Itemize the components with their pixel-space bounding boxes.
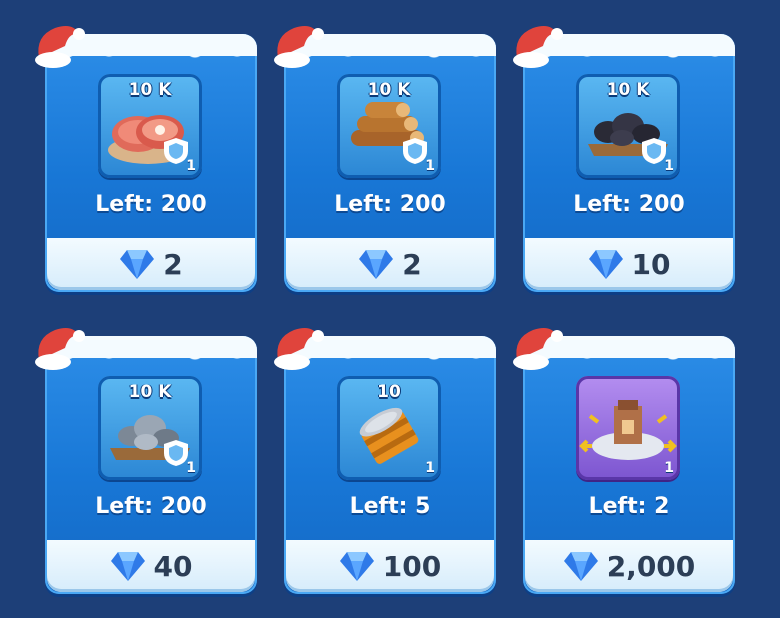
price-value: 2,000 bbox=[606, 549, 696, 583]
buy-button[interactable]: 10 bbox=[525, 238, 733, 290]
price-value: 2 bbox=[402, 247, 422, 281]
santa-hat-icon bbox=[513, 328, 563, 370]
shop-grid: 10 K 1 Left: 200 2 10 K 1 Left: 200 2 10… bbox=[0, 0, 780, 618]
item-amount: 10 K bbox=[367, 80, 411, 100]
shop-card-wood[interactable]: 10 K 1 Left: 200 2 bbox=[274, 26, 496, 292]
stock-left-label: Left: 200 bbox=[95, 494, 207, 519]
gem-icon bbox=[110, 552, 145, 581]
item-quantity: 1 bbox=[186, 460, 196, 476]
item-amount: 10 K bbox=[128, 382, 172, 402]
item-tile: 10 K 1 bbox=[98, 376, 202, 480]
price-value: 10 bbox=[631, 247, 671, 281]
item-tile: 10 K 1 bbox=[576, 74, 680, 178]
stock-left-label: Left: 200 bbox=[334, 192, 446, 217]
item-quantity: 1 bbox=[664, 158, 674, 174]
shop-card-tin-can[interactable]: 10 1 Left: 5 100 bbox=[274, 328, 496, 594]
item-amount: 10 K bbox=[606, 80, 650, 100]
santa-hat-icon bbox=[513, 26, 563, 68]
item-tile: 10 K 1 bbox=[98, 74, 202, 178]
gem-icon bbox=[339, 552, 374, 581]
price-value: 100 bbox=[382, 549, 442, 583]
stock-left-label: Left: 200 bbox=[95, 192, 207, 217]
buy-button[interactable]: 100 bbox=[286, 540, 494, 592]
shop-card-iron[interactable]: 10 K 1 Left: 200 40 bbox=[35, 328, 257, 594]
item-quantity: 1 bbox=[186, 158, 196, 174]
santa-hat-icon bbox=[274, 26, 324, 68]
item-quantity: 1 bbox=[425, 158, 435, 174]
stock-left-label: Left: 200 bbox=[573, 192, 685, 217]
santa-hat-icon bbox=[35, 26, 85, 68]
shop-card-coal[interactable]: 10 K 1 Left: 200 10 bbox=[513, 26, 735, 292]
item-quantity: 1 bbox=[425, 460, 435, 476]
buy-button[interactable]: 2,000 bbox=[525, 540, 733, 592]
santa-hat-icon bbox=[274, 328, 324, 370]
buy-button[interactable]: 2 bbox=[286, 238, 494, 290]
price-value: 40 bbox=[153, 549, 193, 583]
price-value: 2 bbox=[163, 247, 183, 281]
gem-icon bbox=[359, 250, 394, 279]
stock-left-label: Left: 5 bbox=[349, 494, 431, 519]
shop-card-meat[interactable]: 10 K 1 Left: 200 2 bbox=[35, 26, 257, 292]
item-amount: 10 bbox=[377, 382, 401, 402]
santa-hat-icon bbox=[35, 328, 85, 370]
buy-button[interactable]: 40 bbox=[47, 540, 255, 592]
gem-icon bbox=[120, 250, 155, 279]
buy-button[interactable]: 2 bbox=[47, 238, 255, 290]
item-amount: 10 K bbox=[128, 80, 172, 100]
gem-icon bbox=[563, 552, 598, 581]
shop-card-building[interactable]: 1 Left: 2 2,000 bbox=[513, 328, 735, 594]
item-tile: 1 bbox=[576, 376, 680, 480]
item-tile: 10 1 bbox=[337, 376, 441, 480]
gem-icon bbox=[588, 250, 623, 279]
stock-left-label: Left: 2 bbox=[588, 494, 670, 519]
item-tile: 10 K 1 bbox=[337, 74, 441, 178]
item-quantity: 1 bbox=[664, 460, 674, 476]
